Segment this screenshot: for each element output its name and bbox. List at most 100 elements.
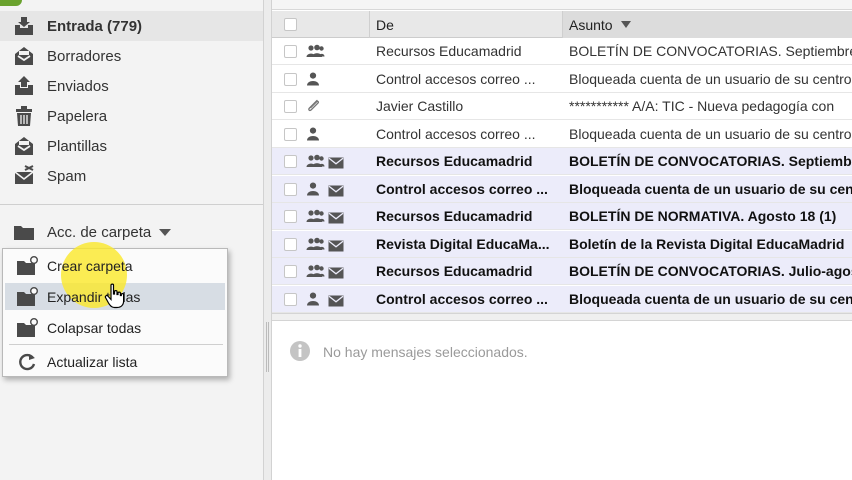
folder-actions-menu: Crear carpeta Expandir todas Colapsar to…	[2, 248, 228, 377]
mail-from: Control accesos correo ...	[376, 180, 548, 197]
templates-icon	[12, 134, 36, 158]
row-checkbox[interactable]	[284, 182, 297, 196]
sidebar-item-drafts[interactable]: Borradores	[0, 41, 263, 71]
menu-item-collapse-all[interactable]: Colapsar todas	[5, 314, 225, 341]
mail-subject: Bloqueada cuenta de un usuario de su cen…	[569, 125, 852, 142]
mail-from: Recursos Educamadrid	[376, 263, 533, 279]
menu-item-label: Actualizar lista	[47, 353, 138, 370]
menu-item-label: Expandir todas	[47, 288, 141, 305]
mail-subject: BOLETÍN DE CONVOCATORIAS. Julio-agosto	[569, 263, 852, 279]
row-checkbox[interactable]	[284, 237, 297, 251]
expand-folders-icon	[16, 286, 38, 308]
toolbar	[272, 0, 852, 10]
drafts-icon	[12, 44, 36, 68]
mail-row[interactable]: Javier Castillo *********** A/A: TIC - Nu…	[272, 93, 852, 120]
mail-row[interactable]: Recursos Educamadrid BOLETÍN DE NORMATIVA…	[272, 203, 852, 230]
unread-envelope-icon	[328, 266, 344, 279]
mail-row[interactable]: Recursos Educamadrid BOLETÍN DE CONVOCATO…	[272, 258, 852, 285]
mail-row[interactable]: Recursos Educamadrid BOLETÍN DE CONVOCATO…	[272, 148, 852, 175]
mail-list-pane: De Asunto Recursos Educamadrid BOLETÍN DE…	[272, 0, 852, 480]
sidebar-item-label: Enviados	[47, 77, 109, 95]
mail-subject: *********** A/A: TIC - Nueva pedagogía c…	[569, 98, 835, 114]
person-icon	[305, 72, 325, 87]
mail-row[interactable]: Control accesos correo ... Bloqueada cuen…	[272, 175, 852, 203]
mail-from: Control accesos correo ...	[376, 290, 548, 307]
group-icon	[305, 154, 325, 169]
person-icon	[305, 292, 325, 307]
sidebar-item-inbox[interactable]: Entrada (779)	[0, 11, 263, 41]
preview-empty-message: No hay mensajes seleccionados.	[289, 340, 528, 365]
row-checkbox[interactable]	[284, 210, 297, 223]
group-icon	[305, 264, 325, 279]
person-icon	[305, 182, 325, 197]
mail-from: Control accesos correo ...	[376, 125, 536, 142]
mail-subject: BOLETÍN DE CONVOCATORIAS. Septiembre	[569, 153, 852, 169]
hand-cursor-icon	[104, 283, 126, 309]
unread-envelope-icon	[328, 239, 344, 251]
column-header-label: De	[376, 16, 394, 33]
sidebar-item-label: Borradores	[47, 47, 122, 65]
sidebar-item-label: Plantillas	[47, 137, 108, 155]
mail-from: Javier Castillo	[376, 98, 464, 114]
unread-envelope-icon	[328, 211, 344, 224]
column-header-from[interactable]: De	[370, 11, 563, 38]
person-icon	[305, 127, 325, 142]
folder-sidebar: Entrada (779) Borradores Enviados Papele…	[0, 0, 263, 480]
mail-subject: Bloqueada cuenta de un usuario de su cen…	[569, 180, 852, 197]
mail-row[interactable]: Control accesos correo ... Bloqueada cuen…	[272, 285, 852, 313]
select-all-checkbox[interactable]	[284, 18, 297, 31]
attachment-icon	[305, 99, 325, 114]
row-checkbox[interactable]	[284, 155, 297, 168]
mail-row[interactable]: Control accesos correo ... Bloqueada cuen…	[272, 121, 852, 148]
mail-from: Control accesos correo ...	[376, 70, 536, 87]
sidebar-item-label: Entrada (779)	[47, 17, 143, 35]
mail-row[interactable]: Control accesos correo ... Bloqueada cuen…	[272, 66, 852, 93]
row-checkbox[interactable]	[284, 292, 297, 306]
menu-separator	[9, 344, 223, 345]
spam-icon	[12, 164, 36, 188]
new-folder-icon	[16, 255, 38, 277]
mail-row[interactable]: Revista Digital EducaMa... Boletín de la …	[272, 230, 852, 258]
group-icon	[305, 209, 325, 224]
mail-from: Recursos Educamadrid	[376, 43, 522, 59]
sidebar-item-label: Spam	[47, 167, 87, 185]
folder-icon	[12, 220, 36, 244]
sidebar-top-accent	[0, 0, 263, 8]
row-checkbox[interactable]	[284, 45, 297, 58]
row-checkbox[interactable]	[284, 100, 297, 113]
trash-icon	[12, 104, 36, 128]
sidebar-item-label: Papelera	[47, 107, 108, 125]
mail-from: Revista Digital EducaMa...	[376, 235, 550, 252]
sidebar-item-trash[interactable]: Papelera	[0, 101, 263, 131]
group-icon	[305, 237, 325, 252]
mail-list-header: De Asunto	[272, 11, 852, 38]
select-all-header[interactable]	[272, 11, 370, 38]
preview-message-text: No hay mensajes seleccionados.	[323, 344, 528, 360]
refresh-icon	[16, 351, 38, 373]
menu-item-refresh-list[interactable]: Actualizar lista	[5, 348, 225, 375]
menu-item-label: Crear carpeta	[47, 257, 133, 274]
collapse-folders-icon	[16, 317, 38, 339]
row-checkbox[interactable]	[284, 265, 297, 278]
row-checkbox[interactable]	[284, 72, 297, 86]
unread-envelope-icon	[328, 294, 344, 306]
pane-splitter[interactable]	[263, 0, 272, 480]
preview-splitter[interactable]	[272, 313, 852, 321]
sent-icon	[12, 74, 36, 98]
mail-subject: Bloqueada cuenta de un usuario de su cen…	[569, 290, 852, 307]
menu-item-label: Colapsar todas	[47, 319, 142, 336]
column-header-subject[interactable]: Asunto	[563, 11, 852, 38]
mail-subject: BOLETÍN DE NORMATIVA. Agosto 18 (1)	[569, 208, 837, 224]
sidebar-divider	[0, 204, 263, 205]
row-checkbox[interactable]	[284, 127, 297, 141]
mail-row[interactable]: Recursos Educamadrid BOLETÍN DE CONVOCATO…	[272, 38, 852, 65]
mail-subject: Bloqueada cuenta de un usuario de su cen…	[569, 70, 852, 87]
mail-subject: BOLETÍN DE CONVOCATORIAS. Septiembre	[569, 43, 852, 59]
sidebar-item-spam[interactable]: Spam	[0, 161, 263, 191]
info-icon	[289, 340, 311, 365]
sidebar-item-templates[interactable]: Plantillas	[0, 131, 263, 161]
sort-descending-icon	[620, 21, 631, 28]
chevron-down-icon	[159, 228, 172, 236]
column-header-label: Asunto	[569, 16, 613, 33]
sidebar-item-sent[interactable]: Enviados	[0, 71, 263, 101]
